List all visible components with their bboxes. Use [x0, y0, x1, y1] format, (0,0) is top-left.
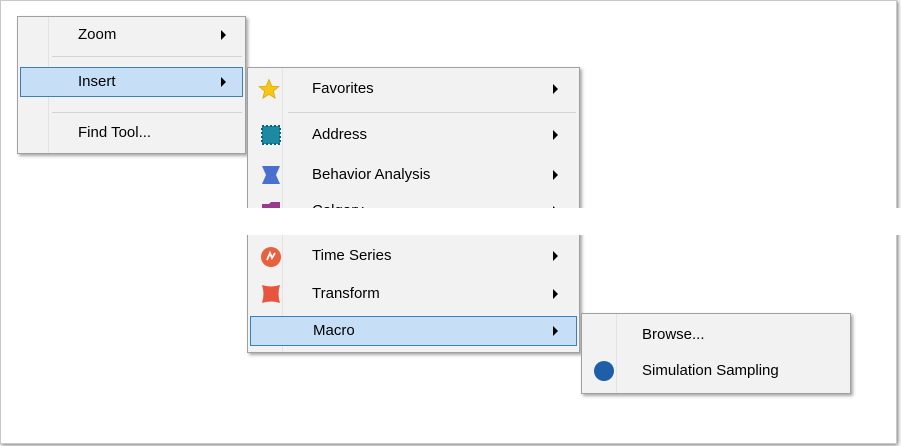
- menu-item-behavior-analysis[interactable]: Behavior Analysis: [250, 160, 577, 190]
- menu-separator: [288, 112, 576, 113]
- context-menu-main: Zoom Insert Find Tool...: [17, 16, 246, 154]
- menu-item-label: Macro: [313, 322, 355, 339]
- image-crop-band: [245, 208, 901, 235]
- menu-item-label: Address: [312, 126, 368, 143]
- menu-item-favorites[interactable]: Favorites: [250, 74, 577, 104]
- time-series-icon: [261, 247, 281, 267]
- submenu-arrow-icon: [553, 326, 558, 336]
- menu-item-insert[interactable]: Insert: [20, 67, 243, 97]
- menu-item-label: Insert: [78, 73, 116, 90]
- menu-item-label: Browse...: [642, 326, 705, 343]
- menu-item-find-tool[interactable]: Find Tool...: [20, 118, 243, 148]
- menu-item-label: Find Tool...: [78, 124, 152, 141]
- behavior-analysis-icon: [262, 166, 280, 184]
- menu-item-macro[interactable]: Macro: [250, 316, 577, 346]
- menu-item-label: Time Series: [312, 247, 392, 264]
- submenu-arrow-icon: [553, 84, 558, 94]
- submenu-arrow-icon: [221, 77, 226, 87]
- context-menu-macro: Browse... Simulation Sampling: [581, 313, 851, 394]
- menu-item-zoom[interactable]: Zoom: [20, 20, 243, 50]
- submenu-arrow-icon: [221, 30, 226, 40]
- menu-item-address[interactable]: Address: [250, 120, 577, 150]
- menu-item-browse[interactable]: Browse...: [584, 320, 848, 350]
- menu-item-transform[interactable]: Transform: [250, 279, 577, 309]
- circle-icon: [594, 361, 614, 381]
- submenu-arrow-icon: [553, 130, 558, 140]
- menu-item-label: Behavior Analysis: [312, 166, 431, 183]
- menu-item-simulation-sampling[interactable]: Simulation Sampling: [584, 356, 848, 386]
- address-icon: [261, 125, 281, 145]
- menu-item-label: Zoom: [78, 26, 117, 43]
- menu-item-label: Simulation Sampling: [642, 362, 779, 379]
- menu-item-label: Favorites: [312, 80, 374, 97]
- submenu-arrow-icon: [553, 170, 558, 180]
- menu-item-label: Transform: [312, 285, 380, 302]
- transform-icon: [262, 285, 280, 303]
- star-icon: [258, 78, 280, 99]
- submenu-arrow-icon: [553, 289, 558, 299]
- menu-separator: [52, 112, 242, 113]
- menu-separator: [52, 56, 242, 57]
- menu-item-time-series[interactable]: Time Series: [250, 243, 577, 273]
- submenu-arrow-icon: [553, 251, 558, 261]
